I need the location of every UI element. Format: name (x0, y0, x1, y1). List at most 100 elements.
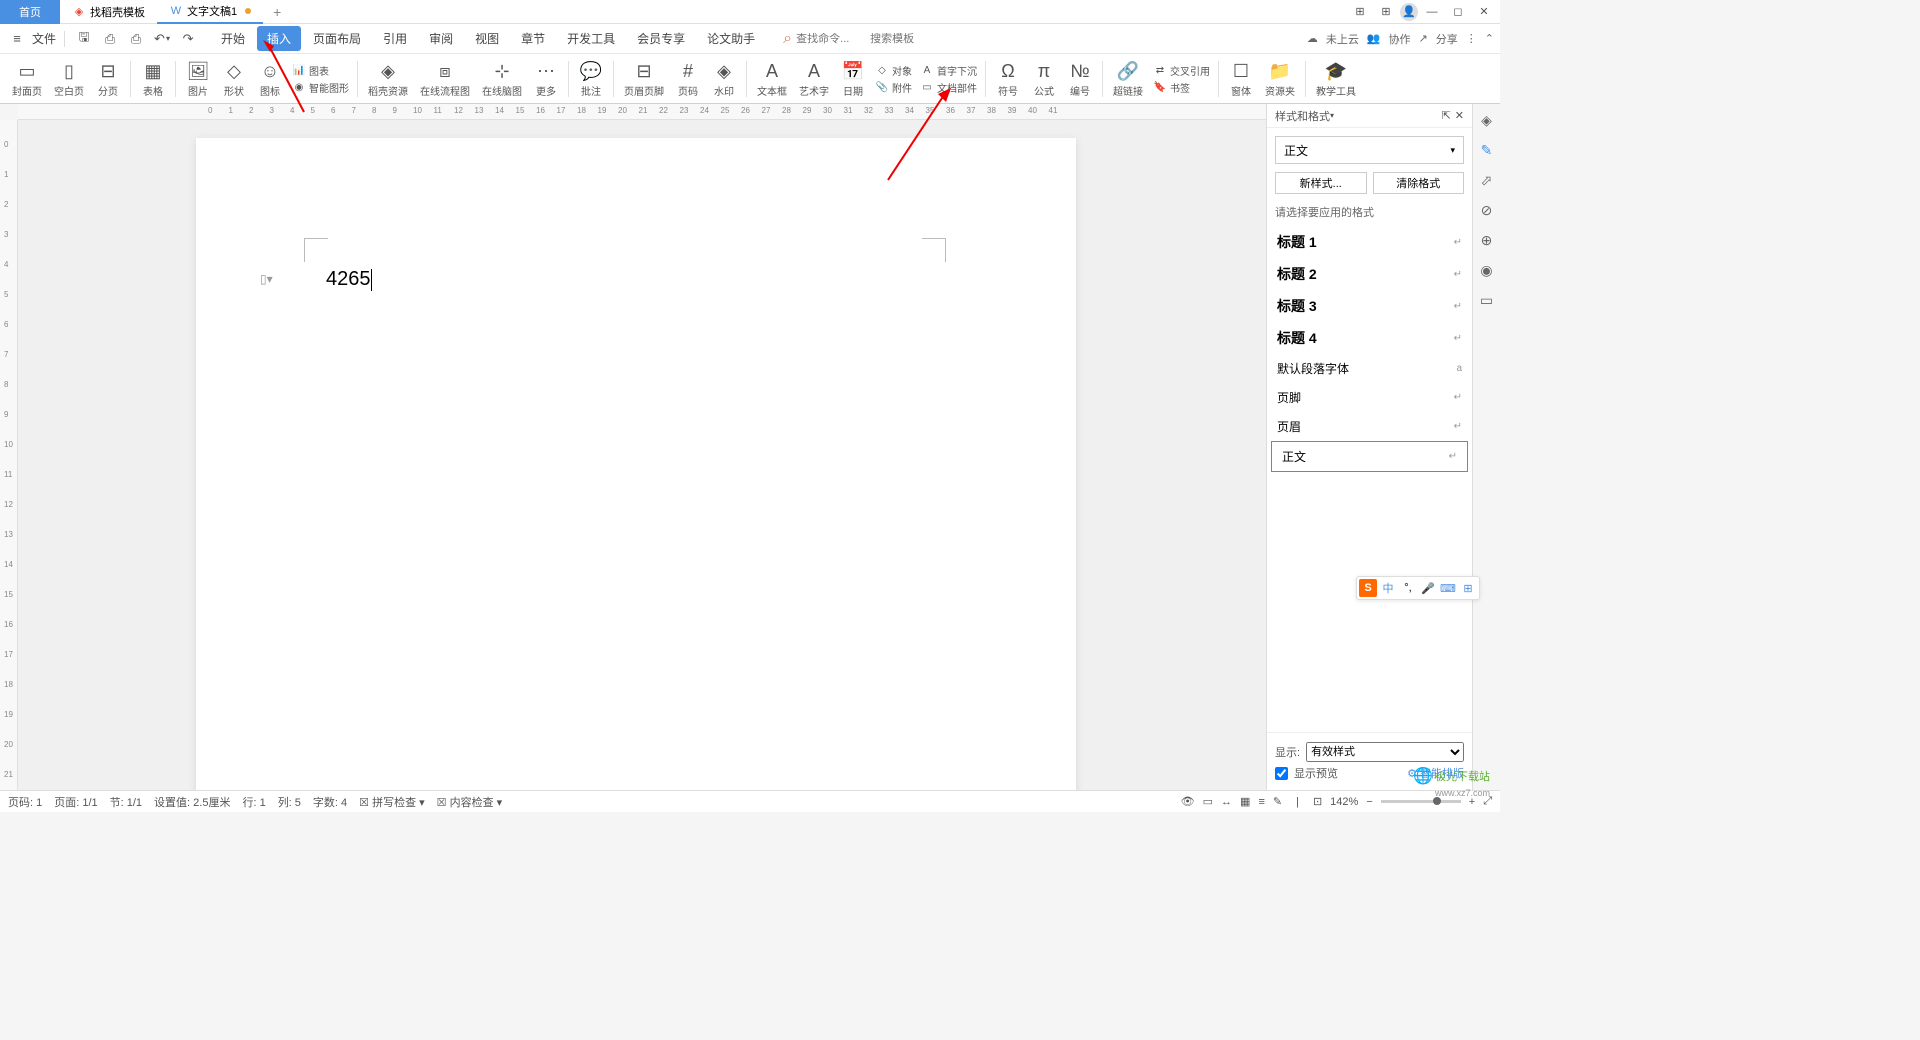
share-button[interactable]: 分享 (1436, 31, 1458, 47)
search-template-input[interactable] (870, 33, 940, 45)
dropcap-button[interactable]: A首字下沉 (920, 63, 977, 78)
vertical-ruler[interactable]: document.write(Array.from({length:22},(_… (0, 120, 18, 790)
style-default-font[interactable]: 默认段落字体a (1267, 354, 1472, 383)
fit-icon[interactable]: ⊡ (1313, 795, 1322, 808)
formula-button[interactable]: π公式 (1026, 59, 1062, 98)
show-select[interactable]: 有效样式 (1306, 742, 1464, 762)
date-button[interactable]: 📅日期 (835, 59, 871, 98)
ime-voice-icon[interactable]: 🎤 (1419, 579, 1437, 597)
menu-hamburger-icon[interactable]: ≡ (6, 28, 28, 50)
view-web-icon[interactable]: ▦ (1240, 795, 1250, 808)
page[interactable]: ▯▾ 4265 (196, 138, 1076, 790)
tab-templates[interactable]: ◈ 找稻壳模板 (60, 0, 157, 24)
page-break-button[interactable]: ⊟分页 (90, 59, 126, 98)
menu-insert[interactable]: 插入 (257, 26, 301, 51)
status-line[interactable]: 行: 1 (242, 794, 265, 810)
cover-page-button[interactable]: ▭封面页 (6, 59, 48, 98)
current-style-select[interactable]: 正文 ▾ (1275, 136, 1464, 164)
redo-icon[interactable]: ↷ (177, 28, 199, 50)
print-preview-icon[interactable]: ⎙ (99, 28, 121, 50)
style-heading4[interactable]: 标题 4↵ (1267, 322, 1472, 354)
resource-folder-button[interactable]: 📁资源夹 (1259, 59, 1301, 98)
panel-pin-icon[interactable]: ⇱ (1442, 109, 1451, 122)
side-backup-icon[interactable]: ⊕ (1477, 230, 1497, 250)
save-icon[interactable]: 🖫 (73, 28, 95, 50)
close-button[interactable]: ✕ (1472, 2, 1496, 22)
side-style-icon[interactable]: ✎ (1477, 140, 1497, 160)
icon-button[interactable]: ☺图标 (252, 59, 288, 98)
zoom-slider[interactable] (1381, 800, 1461, 803)
attach-button[interactable]: 📎附件 (875, 80, 912, 95)
resource-button[interactable]: ◈稻壳资源 (362, 59, 414, 98)
status-position[interactable]: 设置值: 2.5厘米 (154, 794, 230, 810)
ime-lang[interactable]: 中 (1379, 579, 1397, 597)
menu-section[interactable]: 章节 (511, 26, 555, 51)
tab-home[interactable]: 首页 (0, 0, 60, 24)
minimize-button[interactable]: — (1420, 2, 1444, 22)
clear-format-button[interactable]: 清除格式 (1373, 172, 1465, 194)
smartart-button[interactable]: ◉智能图形 (292, 80, 349, 95)
status-page[interactable]: 页码: 1 (8, 794, 42, 810)
preview-checkbox[interactable] (1275, 767, 1288, 780)
pagenum-button[interactable]: #页码 (670, 59, 706, 98)
style-heading1[interactable]: 标题 1↵ (1267, 226, 1472, 258)
side-analyze-icon[interactable]: ◉ (1477, 260, 1497, 280)
chart-button[interactable]: 📊图表 (292, 63, 349, 78)
status-chars[interactable]: 字数: 4 (313, 794, 347, 810)
style-heading3[interactable]: 标题 3↵ (1267, 290, 1472, 322)
more-icon[interactable]: ⋮ (1466, 32, 1477, 45)
style-footer[interactable]: 页脚↵ (1267, 383, 1472, 412)
new-style-button[interactable]: 新样式... (1275, 172, 1367, 194)
layout-icon[interactable]: ⊞ (1348, 2, 1372, 22)
status-section[interactable]: 节: 1/1 (110, 794, 142, 810)
side-limit-icon[interactable]: ⊘ (1477, 200, 1497, 220)
ime-keyboard-icon[interactable]: ⌨ (1439, 579, 1457, 597)
maximize-button[interactable]: ◻ (1446, 2, 1470, 22)
form-button[interactable]: ☐窗体 (1223, 59, 1259, 98)
object-button[interactable]: ◇对象 (875, 63, 912, 78)
side-select-icon[interactable]: ⬀ (1477, 170, 1497, 190)
menu-devtools[interactable]: 开发工具 (557, 26, 625, 51)
cloud-status[interactable]: 未上云 (1326, 31, 1359, 47)
menu-vip[interactable]: 会员专享 (627, 26, 695, 51)
watermark-button[interactable]: ◈水印 (706, 59, 742, 98)
symbol-button[interactable]: Ω符号 (990, 59, 1026, 98)
menu-start[interactable]: 开始 (211, 26, 255, 51)
menu-layout[interactable]: 页面布局 (303, 26, 371, 51)
crossref-button[interactable]: ⇄交叉引用 (1153, 63, 1210, 78)
menu-reference[interactable]: 引用 (373, 26, 417, 51)
tab-add-button[interactable]: + (263, 4, 291, 20)
file-menu[interactable]: 文件 (32, 30, 56, 47)
status-column[interactable]: 列: 5 (278, 794, 301, 810)
menu-view[interactable]: 视图 (465, 26, 509, 51)
panel-close-icon[interactable]: ✕ (1455, 109, 1464, 122)
number-button[interactable]: №编号 (1062, 59, 1098, 98)
view-eye-icon[interactable]: 👁 (1181, 795, 1195, 808)
zoom-out-button[interactable]: − (1366, 796, 1372, 808)
textbox-button[interactable]: A文本框 (751, 59, 793, 98)
comment-button[interactable]: 💬批注 (573, 59, 609, 98)
flowchart-button[interactable]: ⧈在线流程图 (414, 59, 476, 98)
content-check[interactable]: ☒ 内容检查 ▾ (437, 794, 503, 810)
zoom-level[interactable]: 142% (1330, 796, 1358, 808)
ime-settings-icon[interactable]: ⊞ (1459, 579, 1477, 597)
side-tool-icon[interactable]: ▭ (1477, 290, 1497, 310)
mindmap-button[interactable]: ⊹在线脑图 (476, 59, 528, 98)
wordart-button[interactable]: A艺术字 (793, 59, 835, 98)
style-header[interactable]: 页眉↵ (1267, 412, 1472, 441)
spell-check[interactable]: ☒ 拼写检查 ▾ (359, 794, 425, 810)
shape-button[interactable]: ◇形状 (216, 59, 252, 98)
more-button[interactable]: ⋯更多 (528, 59, 564, 98)
undo-icon[interactable]: ↶▾ (151, 28, 173, 50)
apps-icon[interactable]: ⊞ (1374, 2, 1398, 22)
view-read-icon[interactable]: ▭ (1203, 795, 1213, 808)
menu-review[interactable]: 审阅 (419, 26, 463, 51)
ime-punct-icon[interactable]: °, (1399, 579, 1417, 597)
hyperlink-button[interactable]: 🔗超链接 (1107, 59, 1149, 98)
view-print-icon[interactable]: ✎ (1273, 795, 1282, 808)
menu-paper[interactable]: 论文助手 (697, 26, 765, 51)
collapse-icon[interactable]: ⌃ (1485, 32, 1494, 45)
picture-button[interactable]: 🖼图片 (180, 59, 216, 98)
style-heading2[interactable]: 标题 2↵ (1267, 258, 1472, 290)
coop-button[interactable]: 协作 (1389, 31, 1411, 47)
